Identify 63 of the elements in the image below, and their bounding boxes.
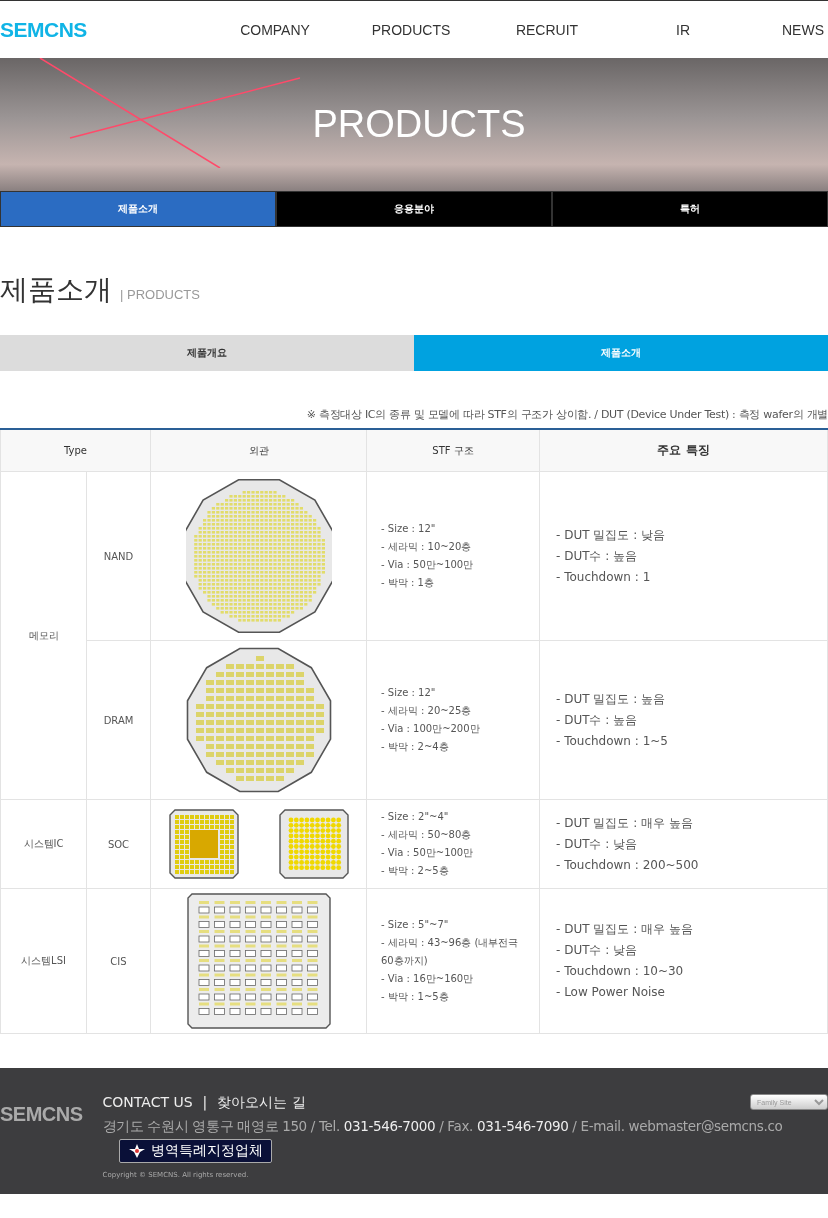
section-tab[interactable]: 특허 xyxy=(552,191,828,227)
structure-spec: - 박막 : 2~4층 xyxy=(381,740,450,754)
structure-spec: - Size : 5"~7" xyxy=(381,918,450,932)
table-cell: 시스템LSI xyxy=(0,888,87,1034)
feature-item: - DUT 밀집도 : 매우 높음 xyxy=(555,814,694,832)
nav-link[interactable]: PRODUCTS xyxy=(356,21,466,38)
sub-tab[interactable]: 제품개요 xyxy=(0,335,414,371)
section-tab[interactable]: 제품소개 xyxy=(0,191,276,227)
substrate-drawing xyxy=(168,809,239,879)
directions-link[interactable]: 찾아오시는 길 xyxy=(217,1094,306,1112)
page-title: 제품소개 xyxy=(0,272,112,308)
structure-spec: - 세라믹 : 10~20층 xyxy=(381,540,473,554)
section-tab[interactable]: 응용분야 xyxy=(276,191,552,227)
emblem-icon xyxy=(127,1143,146,1159)
nav-link[interactable]: RECRUIT xyxy=(492,21,602,38)
table-cell: NAND xyxy=(86,471,151,641)
note-text: ※ 측정대상 IC의 종류 및 모델에 따라 STF의 구조가 상이함. / DUT (Device Under Test) : 측정 wafer의 개별 xyxy=(305,407,828,422)
structure-spec: - 박막 : 1~5층 xyxy=(381,990,450,1004)
table-cell: SOC xyxy=(86,799,151,889)
structure-spec: - Size : 2"~4" xyxy=(381,810,450,824)
link-separator: | xyxy=(202,1094,208,1112)
structure-spec: - 박막 : 2~5층 xyxy=(381,864,450,878)
structure-spec: - Via : 16만~160만 xyxy=(381,972,475,986)
nav-link[interactable]: IR xyxy=(628,21,738,38)
column-header: 주요 특징 xyxy=(539,429,828,472)
nav-link[interactable]: NEWS xyxy=(764,21,828,38)
nav-link[interactable]: COMPANY xyxy=(220,21,330,38)
feature-item: - Low Power Noise xyxy=(555,984,666,1001)
table-cell: 시스템IC xyxy=(0,799,87,889)
structure-spec: - Via : 50만~100만 xyxy=(381,846,475,860)
column-header: Type xyxy=(0,429,151,472)
feature-item: - Touchdown : 200~500 xyxy=(555,856,700,874)
column-header: STF 구조 xyxy=(366,429,540,472)
feature-item: - Touchdown : 1 xyxy=(555,568,652,586)
table-cell: CIS xyxy=(86,888,151,1034)
structure-spec: - Size : 12" xyxy=(381,522,437,536)
address-text: 경기도 수원시 영통구 매영로 150 / Tel. 031-546-7000 / Fax. 031-546-7090 / E-mail. webmaster@semcns.co xyxy=(102,1118,783,1136)
table-cell: DRAM xyxy=(86,640,151,800)
structure-spec: - Via : 50만~100만 xyxy=(381,558,475,572)
hero-title: PRODUCTS xyxy=(312,103,526,146)
page-subtitle: | PRODUCTS xyxy=(120,287,200,302)
column-header: 외관 xyxy=(150,429,367,472)
feature-item: - DUT수 : 낮음 xyxy=(555,942,639,959)
structure-spec: - 세라믹 : 43~96층 (내부전극 60층까지) xyxy=(381,936,520,968)
feature-item: - DUT수 : 높음 xyxy=(555,547,639,565)
feature-item: - Touchdown : 10~30 xyxy=(555,963,685,980)
feature-item: - Touchdown : 1~5 xyxy=(555,732,669,750)
structure-spec: - Size : 12" xyxy=(381,686,437,700)
footer-logo[interactable]: SEMCNS xyxy=(0,1103,83,1126)
feature-item: - DUT수 : 낮음 xyxy=(555,835,639,853)
certification-badge[interactable]: 병역특례지정업체 xyxy=(118,1139,272,1163)
structure-spec: - 박막 : 1층 xyxy=(381,576,435,590)
feature-item: - DUT 밀집도 : 매우 높음 xyxy=(555,921,694,938)
structure-spec: - Via : 100만~200만 xyxy=(381,722,481,736)
contact-link[interactable]: CONTACT US xyxy=(102,1094,193,1112)
substrate-drawing xyxy=(278,809,349,879)
table-cell: 메모리 xyxy=(0,471,87,800)
badge-label: 병역특례지정업체 xyxy=(150,1142,263,1160)
feature-item: - DUT 밀집도 : 낮음 xyxy=(555,526,666,544)
feature-item: - DUT 밀집도 : 높음 xyxy=(555,690,666,708)
feature-item: - DUT수 : 높음 xyxy=(555,711,639,729)
structure-spec: - 세라믹 : 50~80층 xyxy=(381,828,473,842)
structure-spec: - 세라믹 : 20~25층 xyxy=(381,704,473,718)
